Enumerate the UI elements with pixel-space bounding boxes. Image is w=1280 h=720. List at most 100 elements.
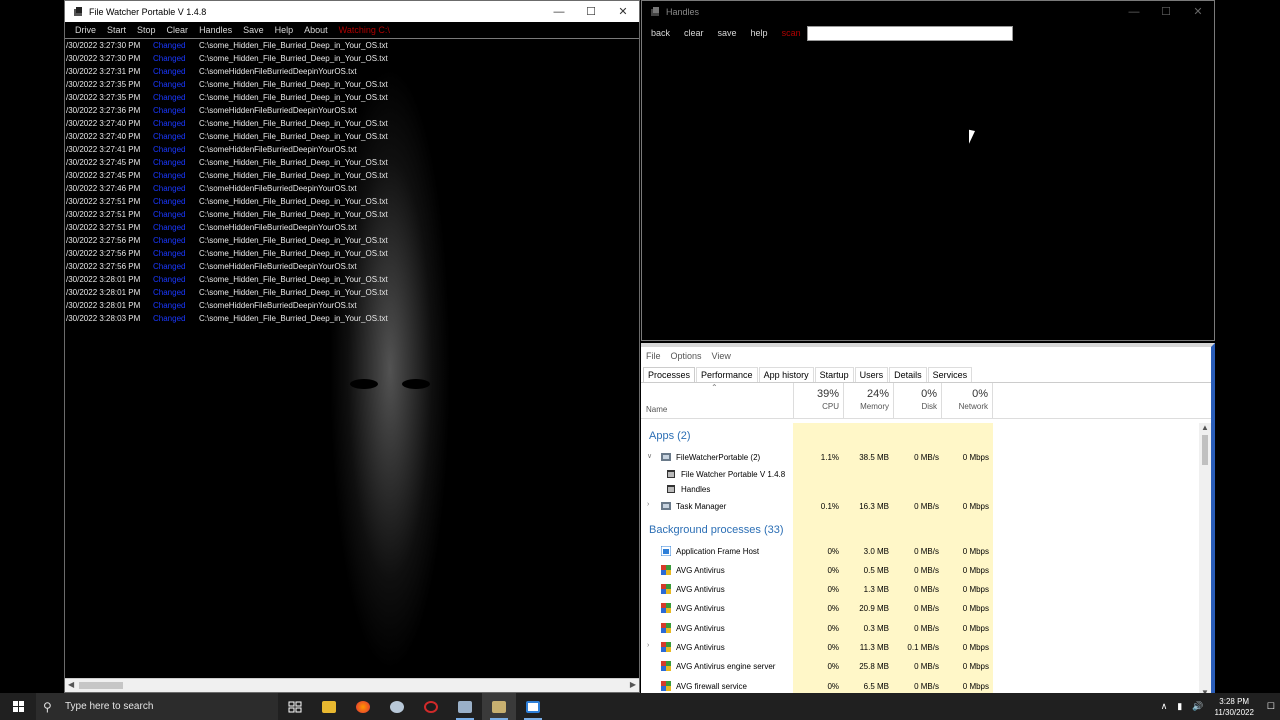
scrollbar-thumb[interactable] <box>79 682 123 689</box>
log-row[interactable]: /30/2022 3:27:31 PM Changed C:\someHiddenF… <box>65 65 639 78</box>
scan-button[interactable]: scan <box>782 28 801 38</box>
firefox-icon[interactable] <box>346 693 380 720</box>
log-row[interactable]: /30/2022 3:28:01 PM Changed C:\some_Hidden… <box>65 286 639 299</box>
menu-help[interactable]: Help <box>275 25 294 35</box>
menu-file[interactable]: File <box>646 351 661 361</box>
menu-about[interactable]: About <box>304 25 328 35</box>
column-disk[interactable]: 0% Disk <box>893 383 941 419</box>
chevron-up-icon[interactable]: ∧ <box>1161 701 1168 712</box>
scroll-up-icon[interactable]: ▲ <box>1201 423 1209 432</box>
process-list[interactable]: Apps (2) ∨ FileWatcherPortable (2) 1.1% 38.… <box>641 423 1201 697</box>
log-row[interactable]: /30/2022 3:27:40 PM Changed C:\some_Hidden… <box>65 130 639 143</box>
tab-users[interactable]: Users <box>854 367 889 382</box>
column-network[interactable]: 0% Network <box>941 383 993 419</box>
log-row[interactable]: /30/2022 3:27:45 PM Changed C:\some_Hidden… <box>65 169 639 182</box>
menu-start[interactable]: Start <box>107 25 126 35</box>
handles-titlebar[interactable]: Handles — ☐ ✕ <box>642 1 1214 22</box>
log-row[interactable]: /30/2022 3:27:45 PM Changed C:\some_Hidden… <box>65 156 639 169</box>
start-button[interactable] <box>0 693 36 720</box>
process-row[interactable]: Application Frame Host 0% 3.0 MB 0 MB/s 0 Mb… <box>641 542 1201 561</box>
process-child-row[interactable]: Handles <box>641 482 1201 497</box>
process-row[interactable]: › Task Manager 0.1% 16.3 MB 0 MB/s 0 Mbps <box>641 497 1201 516</box>
log-row[interactable]: /30/2022 3:27:56 PM Changed C:\some_Hidden… <box>65 247 639 260</box>
vertical-scrollbar[interactable]: ▲ ▼ <box>1199 423 1211 697</box>
minimize-icon[interactable]: — <box>1118 6 1150 18</box>
taskbar-search[interactable]: ⚲ Type here to search <box>36 693 278 720</box>
chevron-right-icon[interactable]: › <box>647 501 649 508</box>
menu-options[interactable]: Options <box>671 351 702 361</box>
menu-drive[interactable]: Drive <box>75 25 96 35</box>
help-button[interactable]: help <box>751 28 768 38</box>
process-row[interactable]: AVG Antivirus 0% 1.3 MB 0 MB/s 0 Mbps <box>641 580 1201 599</box>
log-row[interactable]: /30/2022 3:27:56 PM Changed C:\someHiddenF… <box>65 260 639 273</box>
log-row[interactable]: /30/2022 3:27:51 PM Changed C:\some_Hidden… <box>65 195 639 208</box>
log-row[interactable]: /30/2022 3:27:51 PM Changed C:\some_Hidden… <box>65 208 639 221</box>
tab-startup[interactable]: Startup <box>814 367 854 382</box>
handles-icon[interactable] <box>516 693 550 720</box>
app-icon[interactable] <box>414 693 448 720</box>
tab-services[interactable]: Services <box>927 367 973 382</box>
tab-details[interactable]: Details <box>889 367 927 382</box>
menu-handles[interactable]: Handles <box>199 25 232 35</box>
back-button[interactable]: back <box>651 28 670 38</box>
log-row[interactable]: /30/2022 3:28:03 PM Changed C:\some_Hidden… <box>65 312 639 325</box>
task-manager-icon[interactable] <box>448 693 482 720</box>
minimize-icon[interactable]: — <box>543 6 575 18</box>
log-row[interactable]: /30/2022 3:27:40 PM Changed C:\some_Hidden… <box>65 117 639 130</box>
process-row[interactable]: AVG Antivirus engine server 0% 25.8 MB 0 MB… <box>641 657 1201 676</box>
group-apps[interactable]: Apps (2) <box>641 423 1201 448</box>
column-name[interactable]: Name <box>646 405 667 414</box>
log-row[interactable]: /30/2022 3:27:35 PM Changed C:\some_Hidden… <box>65 78 639 91</box>
process-row[interactable]: AVG Antivirus 0% 20.9 MB 0 MB/s 0 Mbps <box>641 599 1201 618</box>
log-row[interactable]: /30/2022 3:28:01 PM Changed C:\someHiddenF… <box>65 299 639 312</box>
log-row[interactable]: /30/2022 3:27:41 PM Changed C:\someHiddenF… <box>65 143 639 156</box>
speaker-icon[interactable]: 🔊 <box>1192 701 1203 712</box>
chevron-right-icon[interactable]: › <box>647 642 649 649</box>
file-explorer-icon[interactable] <box>312 693 346 720</box>
tab-processes[interactable]: Processes <box>643 367 696 382</box>
log-row[interactable]: /30/2022 3:27:56 PM Changed C:\some_Hidden… <box>65 234 639 247</box>
notification-icon[interactable]: ☐ <box>1267 701 1275 712</box>
column-memory[interactable]: 24% Memory <box>843 383 893 419</box>
process-row[interactable]: ∨ FileWatcherPortable (2) 1.1% 38.5 MB 0 MB/… <box>641 448 1201 467</box>
process-child-name: Handles <box>681 485 711 495</box>
log-row[interactable]: /30/2022 3:28:01 PM Changed C:\some_Hidden… <box>65 273 639 286</box>
tab-app-history[interactable]: App history <box>758 367 814 382</box>
group-background[interactable]: Background processes (33) <box>641 517 1201 542</box>
handles-search-input[interactable] <box>806 25 1013 41</box>
log-row[interactable]: /30/2022 3:27:36 PM Changed C:\someHiddenF… <box>65 104 639 117</box>
file-watcher-icon[interactable] <box>482 693 516 720</box>
maximize-icon[interactable]: ☐ <box>1150 5 1182 18</box>
log-row[interactable]: /30/2022 3:27:30 PM Changed C:\some_Hidden… <box>65 52 639 65</box>
close-icon[interactable]: ✕ <box>1182 5 1214 18</box>
scroll-left-icon[interactable]: ◀ <box>68 680 74 689</box>
process-row[interactable]: AVG Antivirus 0% 0.3 MB 0 MB/s 0 Mbps <box>641 619 1201 638</box>
menu-clear[interactable]: Clear <box>167 25 189 35</box>
app-icon[interactable] <box>380 693 414 720</box>
process-row[interactable]: › AVG Antivirus 0% 11.3 MB 0.1 MB/s 0 Mbps <box>641 638 1201 657</box>
process-row[interactable]: AVG Antivirus 0% 0.5 MB 0 MB/s 0 Mbps <box>641 561 1201 580</box>
event-log[interactable]: /30/2022 3:27:30 PM Changed C:\some_Hidden… <box>65 39 639 679</box>
taskview-icon[interactable] <box>278 693 312 720</box>
close-icon[interactable]: ✕ <box>607 5 639 18</box>
column-cpu[interactable]: 39% CPU <box>793 383 843 419</box>
menu-save[interactable]: Save <box>243 25 264 35</box>
menu-view[interactable]: View <box>712 351 731 361</box>
log-row[interactable]: /30/2022 3:27:46 PM Changed C:\someHiddenF… <box>65 182 639 195</box>
menu-stop[interactable]: Stop <box>137 25 156 35</box>
clock[interactable]: 3:28 PM 11/30/2022 <box>1214 696 1253 718</box>
log-row[interactable]: /30/2022 3:27:30 PM Changed C:\some_Hidden… <box>65 39 639 52</box>
clear-button[interactable]: clear <box>684 28 704 38</box>
file-watcher-titlebar[interactable]: File Watcher Portable V 1.4.8 — ☐ ✕ <box>65 1 639 22</box>
scroll-right-icon[interactable]: ▶ <box>630 680 636 689</box>
tab-performance[interactable]: Performance <box>696 367 758 382</box>
log-row[interactable]: /30/2022 3:27:35 PM Changed C:\some_Hidden… <box>65 91 639 104</box>
save-button[interactable]: save <box>718 28 737 38</box>
process-child-row[interactable]: File Watcher Portable V 1.4.8 <box>641 467 1201 482</box>
horizontal-scrollbar[interactable]: ◀ ▶ <box>65 678 639 692</box>
microphone-icon[interactable]: ▮ <box>1177 701 1182 712</box>
scrollbar-thumb[interactable] <box>1202 435 1208 465</box>
maximize-icon[interactable]: ☐ <box>575 5 607 18</box>
log-row[interactable]: /30/2022 3:27:51 PM Changed C:\someHiddenF… <box>65 221 639 234</box>
chevron-down-icon[interactable]: ∨ <box>647 452 652 460</box>
